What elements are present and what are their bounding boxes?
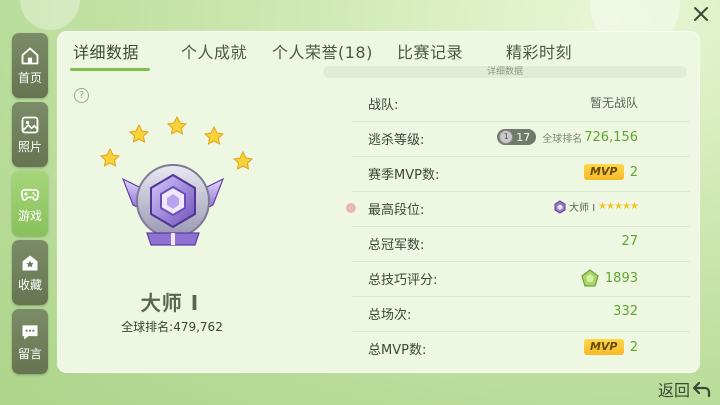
sidebar-item-messages[interactable]: 留言: [12, 309, 48, 374]
level-number: 17: [516, 130, 531, 144]
stat-value: MVP 2: [583, 339, 638, 355]
escape-rank-label: 全球排名: [542, 133, 583, 145]
stat-value: 1893: [581, 269, 638, 287]
season-mvp-count: 2: [629, 164, 638, 180]
tab-match-records[interactable]: 比赛记录: [397, 39, 463, 63]
stat-row-matches: 总场次: 332: [352, 297, 690, 332]
tab-achievements[interactable]: 个人成就: [181, 39, 247, 63]
photo-icon: [21, 116, 39, 133]
tab-highlights[interactable]: 精彩时刻: [506, 39, 572, 63]
sidebar-item-photos[interactable]: 照片: [12, 102, 48, 167]
mvp-badge: MVP: [583, 164, 624, 180]
home-icon: [21, 47, 39, 64]
star-icon: [166, 115, 188, 135]
stat-row-championships: 总冠军数: 27: [352, 227, 690, 262]
stat-value: 1 17 全球排名 726,156: [497, 129, 638, 145]
stat-row-escape-level: 逃杀等级: 1 17 全球排名 726,156: [352, 122, 690, 157]
help-icon[interactable]: ?: [74, 88, 89, 103]
stat-label: 总场次:: [368, 308, 412, 323]
mvp-badge: MVP: [583, 339, 624, 355]
tab-detailed-data[interactable]: 详细数据: [73, 39, 139, 63]
pentagon-score-icon: [581, 269, 599, 287]
stat-label: 赛季MVP数:: [368, 168, 440, 183]
back-button[interactable]: 返回: [658, 377, 712, 401]
sidebar-item-label: 照片: [17, 139, 42, 154]
stat-value: 27: [621, 234, 638, 249]
skill-score-value: 1893: [604, 270, 638, 286]
star-icon: [203, 125, 225, 145]
escape-rank-value: 726,156: [584, 129, 638, 145]
global-rank-label: 全球排名:: [121, 320, 174, 334]
stat-row-highest-tier: 最高段位: 大师 I ★★★★★: [346, 192, 690, 227]
tab-bar: 详细数据 个人成就 个人荣誉(18) 比赛记录 精彩时刻: [57, 39, 700, 71]
level-coin-icon: 1: [499, 130, 514, 144]
stat-value: 大师 I ★★★★★: [553, 199, 639, 214]
tier-name: 大师 I: [569, 203, 596, 214]
star-icon: [128, 123, 150, 143]
stat-label: 逃杀等级:: [368, 133, 425, 148]
sidebar-item-label: 收藏: [17, 277, 42, 292]
back-arrow-icon: [692, 381, 711, 398]
stat-row-total-mvp: 总MVP数: MVP 2: [352, 332, 690, 367]
rank-emblem-icon: [99, 115, 254, 246]
star-icon: [99, 147, 121, 167]
sidebar-item-label: 首页: [17, 70, 42, 85]
star-icon: [232, 150, 254, 170]
sidebar-item-favorites[interactable]: 收藏: [12, 240, 48, 305]
sidebar-item-home[interactable]: 首页: [12, 33, 48, 98]
background-bubble: [20, 0, 80, 30]
stat-label: 最高段位:: [368, 203, 425, 218]
stat-label: 总冠军数:: [368, 238, 425, 253]
decorative-dot: [346, 203, 356, 213]
stat-value: 暂无战队: [589, 96, 638, 110]
stat-row-team: 战队: 暂无战队: [352, 87, 690, 122]
rank-global-position: 全球排名:479,762: [87, 318, 257, 335]
sidebar-item-label: 游戏: [17, 208, 42, 223]
stat-value: MVP 2: [583, 164, 638, 180]
sidebar-item-games[interactable]: 游戏: [12, 171, 48, 236]
detail-panel: 详细数据 个人成就 个人荣誉(18) 比赛记录 精彩时刻 详细数据 ? 大师 I…: [57, 31, 700, 373]
stat-row-season-mvp: 赛季MVP数: MVP 2: [352, 157, 690, 192]
rank-stars: [99, 115, 254, 170]
stat-value: 332: [613, 304, 638, 319]
stat-label: 总MVP数:: [368, 343, 427, 358]
gamepad-icon: [20, 188, 40, 201]
rank-badge: [93, 83, 254, 253]
tab-honors[interactable]: 个人荣誉(18): [272, 39, 373, 63]
level-badge: 1 17: [497, 129, 537, 145]
total-mvp-count: 2: [629, 339, 638, 355]
close-icon[interactable]: [692, 5, 710, 23]
rank-name: 大师 I: [140, 291, 200, 315]
stat-label: 战队:: [368, 98, 399, 113]
sidebar-item-label: 留言: [17, 346, 42, 361]
back-label: 返回: [657, 381, 690, 400]
stat-label: 总技巧评分:: [368, 273, 438, 288]
tier-badge-icon: [554, 199, 566, 214]
section-label: 详细数据: [323, 66, 687, 78]
stat-row-skill-score: 总技巧评分: 1893: [352, 262, 690, 297]
active-tab-indicator: [70, 68, 150, 71]
message-icon: [22, 324, 38, 339]
star-house-icon: [22, 255, 38, 270]
tier-stars: ★★★★★: [598, 201, 639, 212]
global-rank-value: 479,762: [173, 320, 223, 334]
